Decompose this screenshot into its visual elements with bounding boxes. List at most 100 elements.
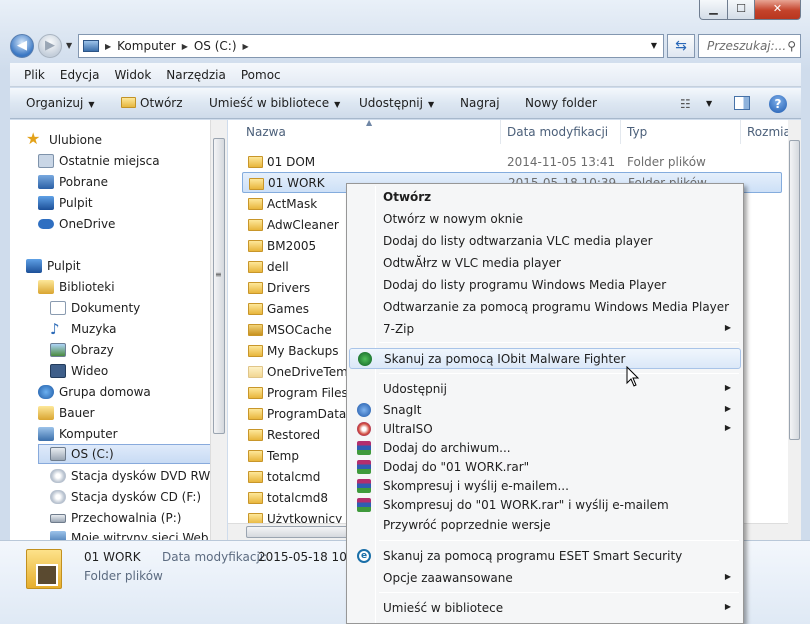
- folder-icon: [248, 450, 263, 462]
- chevron-right-icon[interactable]: ▶: [182, 42, 188, 51]
- file-name: ProgramData: [267, 406, 347, 421]
- menu-item-7zip[interactable]: 7-Zip ▶: [349, 319, 741, 340]
- menu-item-open[interactable]: Otwórz: [349, 187, 741, 208]
- menu-item-add-rar[interactable]: Dodaj do "01 WORK.rar": [349, 457, 741, 478]
- sort-ascending-icon: ▲: [366, 120, 373, 127]
- folder-icon: [248, 198, 263, 210]
- close-button[interactable]: ✕: [754, 0, 801, 20]
- menu-view[interactable]: Widok: [114, 68, 151, 82]
- menu-item-label: 7-Zip: [383, 322, 415, 336]
- open-button[interactable]: Otwórz: [121, 96, 183, 110]
- file-row[interactable]: 01 DOM 2014-11-05 13:41 Folder plików: [242, 151, 782, 172]
- column-header-size[interactable]: Rozmia: [747, 125, 788, 139]
- menu-item-wmp-list[interactable]: Dodaj do listy programu Windows Media Pl…: [349, 275, 741, 296]
- chevron-down-icon[interactable]: ▼: [706, 99, 712, 108]
- network-drive-icon: [50, 513, 66, 523]
- nav-videos[interactable]: Wideo: [50, 361, 108, 381]
- address-dropdown-icon[interactable]: ▼: [651, 41, 657, 50]
- column-header-name[interactable]: Nazwa: [246, 125, 286, 139]
- back-button[interactable]: ◀: [10, 34, 34, 58]
- column-divider[interactable]: [740, 120, 741, 144]
- burn-button[interactable]: Nagraj: [460, 96, 500, 110]
- nav-cd-drive[interactable]: Stacja dysków CD (F:): [50, 487, 201, 507]
- share-button[interactable]: Udostępnij ▼: [359, 96, 434, 110]
- forward-button[interactable]: ▶: [38, 34, 62, 58]
- music-icon: ♪: [50, 320, 60, 338]
- chevron-right-icon[interactable]: ▶: [243, 42, 249, 51]
- view-options-icon[interactable]: ☷: [680, 97, 691, 111]
- menu-item-add-archive[interactable]: Dodaj do archiwum...: [349, 438, 741, 459]
- menu-item-ultraiso[interactable]: UltraISO ▶: [349, 419, 741, 440]
- column-divider[interactable]: [500, 120, 501, 144]
- search-input[interactable]: Przeszukaj:... ⚲: [698, 34, 801, 58]
- menu-help[interactable]: Pomoc: [241, 68, 281, 82]
- nav-web-sites[interactable]: Moje witryny sieci Web w s: [50, 528, 227, 540]
- nav-music[interactable]: ♪ Muzyka: [50, 319, 116, 339]
- nav-scrollbar[interactable]: ≡: [210, 120, 227, 540]
- column-header-type[interactable]: Typ: [627, 125, 647, 139]
- menu-item-eset-scan[interactable]: e Skanuj za pomocą programu ESET Smart S…: [349, 546, 741, 567]
- refresh-button[interactable]: ⇆: [667, 34, 695, 58]
- menu-item-vlc-play[interactable]: OdtwĂłrz w VLC media player: [349, 253, 741, 274]
- chevron-right-icon[interactable]: ▶: [105, 42, 111, 51]
- menu-tools[interactable]: Narzędzia: [166, 68, 226, 82]
- column-header-date[interactable]: Data modyfikacji: [507, 125, 608, 139]
- nav-libraries[interactable]: Biblioteki: [38, 277, 115, 297]
- menu-separator: [379, 373, 739, 374]
- scrollbar-thumb[interactable]: [213, 138, 225, 434]
- minimize-button[interactable]: ▁: [699, 0, 728, 20]
- help-icon[interactable]: ?: [769, 95, 787, 113]
- chevron-down-icon: ▼: [334, 100, 341, 109]
- scrollbar-thumb[interactable]: [246, 526, 356, 538]
- nav-desktop-fav[interactable]: Pulpit: [38, 193, 93, 213]
- nav-homegroup[interactable]: Grupa domowa: [38, 382, 151, 402]
- nav-documents[interactable]: Dokumenty: [50, 298, 140, 318]
- menu-edit[interactable]: Edycja: [60, 68, 100, 82]
- menu-item-vlc-playlist[interactable]: Dodaj do listy odtwarzania VLC media pla…: [349, 231, 741, 252]
- nav-computer[interactable]: Komputer: [38, 424, 118, 444]
- nav-computer-label: Komputer: [59, 427, 118, 441]
- column-divider[interactable]: [620, 120, 621, 144]
- file-name: OneDriveTemp: [267, 364, 356, 379]
- search-icon[interactable]: ⚲: [787, 35, 796, 57]
- scrollbar-thumb[interactable]: [789, 140, 800, 440]
- menu-item-open-new-window[interactable]: Otwórz w nowym oknie: [349, 209, 741, 230]
- nav-dvd-drive[interactable]: Stacja dysków DVD RW (D:: [50, 466, 227, 486]
- nav-user[interactable]: Bauer: [38, 403, 95, 423]
- nav-onedrive[interactable]: OneDrive: [38, 214, 115, 234]
- nav-drive-c[interactable]: OS (C:): [38, 444, 227, 464]
- menu-item-compress-rar-email[interactable]: Skompresuj do "01 WORK.rar" i wyślij e-m…: [349, 495, 741, 516]
- videos-icon: [50, 364, 66, 378]
- preview-pane-icon[interactable]: [734, 96, 750, 110]
- drive-icon: [50, 447, 66, 461]
- nav-recent-places[interactable]: Ostatnie miejsca: [38, 151, 160, 171]
- menu-item-label: SnagIt: [383, 403, 422, 417]
- cd-drive-icon: [50, 490, 66, 504]
- include-in-library-button[interactable]: Umieść w bibliotece ▼: [209, 96, 340, 110]
- menu-item-label: Skanuj za pomocą IObit Malware Fighter: [384, 352, 626, 366]
- menu-item-compress-email[interactable]: Skompresuj i wyślij e-mailem...: [349, 476, 741, 497]
- menu-item-iobit-scan[interactable]: Skanuj za pomocą IObit Malware Fighter: [349, 348, 741, 369]
- nav-desktop[interactable]: Pulpit: [26, 256, 81, 276]
- nav-music-label: Muzyka: [71, 322, 117, 336]
- organize-button[interactable]: Organizuj ▼: [26, 96, 94, 110]
- nav-videos-label: Wideo: [71, 364, 109, 378]
- menu-item-share[interactable]: Udostępnij ▶: [349, 379, 741, 400]
- new-folder-button[interactable]: Nowy folder: [525, 96, 597, 110]
- file-list-scrollbar[interactable]: [788, 120, 801, 540]
- nav-storage-drive[interactable]: Przechowalnia (P:): [50, 508, 181, 528]
- history-dropdown-icon[interactable]: ▼: [66, 41, 72, 50]
- nav-favorites[interactable]: ★ Ulubione: [26, 130, 102, 150]
- menu-item-restore-versions[interactable]: Przywróć poprzednie wersje: [349, 515, 741, 536]
- nav-downloads[interactable]: Pobrane: [38, 172, 108, 192]
- breadcrumb-computer[interactable]: Komputer: [117, 39, 176, 53]
- maximize-button[interactable]: ☐: [727, 0, 755, 20]
- breadcrumb-drive-c[interactable]: OS (C:): [194, 39, 237, 53]
- address-bar[interactable]: ▶ Komputer ▶ OS (C:) ▶ ▼: [78, 34, 664, 58]
- menu-item-snagit[interactable]: SnagIt ▶: [349, 400, 741, 421]
- menu-item-wmp-play[interactable]: Odtwarzanie za pomocą programu Windows M…: [349, 297, 741, 318]
- nav-pictures[interactable]: Obrazy: [50, 340, 114, 360]
- menu-item-include-library[interactable]: Umieść w bibliotece ▶: [349, 598, 741, 619]
- menu-file[interactable]: Plik: [24, 68, 45, 82]
- menu-item-advanced-options[interactable]: Opcje zaawansowane ▶: [349, 568, 741, 589]
